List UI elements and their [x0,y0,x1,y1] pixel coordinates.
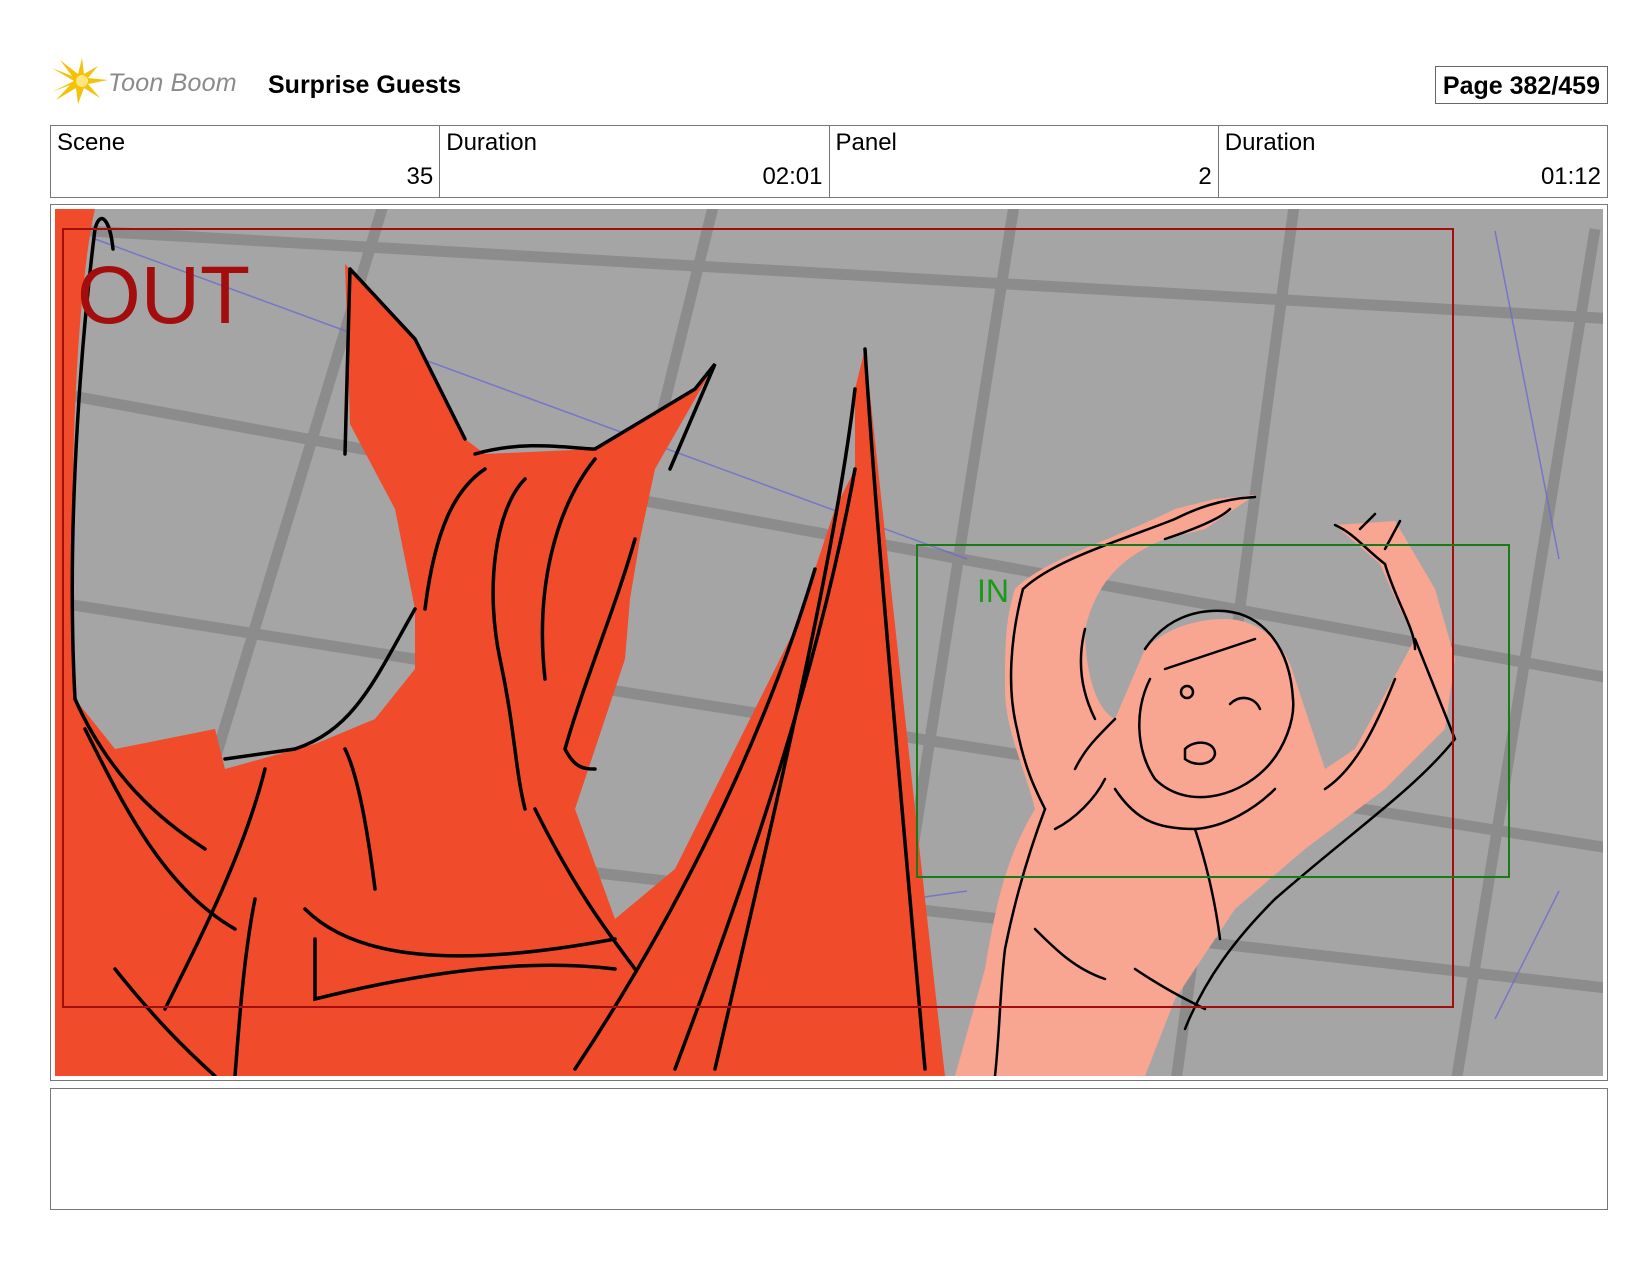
panel-value: 2 [1198,163,1212,190]
panel-duration-label: Duration [1224,129,1316,156]
starburst-icon [52,58,108,104]
page-indicator: Page 382/459 [1434,66,1608,104]
logo-text: Toon Boom [108,69,237,97]
panel-label: Panel [835,129,897,156]
scene-cell: Scene 35 [51,126,441,197]
toon-boom-logo: Toon Boom [52,58,252,104]
project-title: Surprise Guests [268,71,462,99]
scene-duration-label: Duration [446,129,537,156]
scene-info-table: Scene 35 Duration 02:01 Panel 2 Duration… [50,125,1608,198]
girl-figure [955,495,1457,1076]
storyboard-panel-image: OUT IN [55,209,1603,1076]
out-frame-label: OUT [77,250,251,341]
storyboard-panel-frame: OUT IN [50,204,1608,1081]
scene-duration-cell: Duration 02:01 [440,126,830,197]
panel-duration-value: 01:12 [1540,163,1601,190]
page-header: Toon Boom Surprise Guests Page 382/459 [52,58,1608,104]
panel-duration-cell: Duration 01:12 [1219,126,1607,197]
scene-duration-value: 02:01 [762,163,823,190]
panel-cell: Panel 2 [830,126,1219,197]
in-frame-label: IN [977,573,1009,609]
scene-label: Scene [57,129,126,156]
scene-value: 35 [406,163,434,190]
panel-drawing [55,209,1603,1076]
panel-notes-box [50,1088,1608,1210]
